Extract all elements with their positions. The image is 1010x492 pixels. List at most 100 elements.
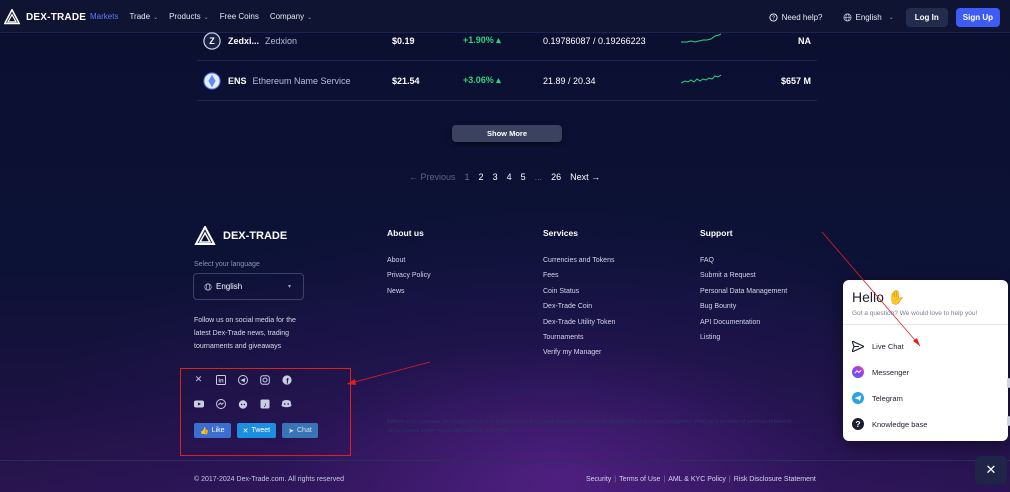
page-ellipsis: ... [534,172,543,182]
dex-trade-logo-icon [4,9,20,25]
annotation-highlight-box [180,368,351,456]
legal-link-terms[interactable]: Terms of Use [619,476,660,483]
footer-link-dex-trade-coin[interactable]: Dex-Trade Coin [543,299,615,314]
footer-link-submit-request[interactable]: Submit a Request [700,268,787,283]
brand-name: DEX-TRADE [26,11,87,23]
coin-high-low: 21.89 / 20.34 [543,75,596,86]
coin-price: $21.54 [392,75,420,86]
sparkline-chart [681,33,721,43]
table-row[interactable]: ENS Ethereum Name Service $21.54 +3.06% ▴… [197,61,817,101]
footer-column-title: About us [387,228,424,238]
chat-close-button[interactable]: ✕ [975,456,1007,484]
footer-bottom-bar [0,460,1010,492]
pagination: ← Previous 1 2 3 4 5 ... 26 Next → [409,172,600,182]
chat-subtitle: Got a question? We would love to help yo… [852,310,978,317]
footer-link-tournaments[interactable]: Tournaments [543,330,615,345]
legal-link-risk-disclosure[interactable]: Risk Disclosure Statement [734,476,816,483]
coin-symbol: ENS [228,75,247,86]
arrow-right-icon: → [591,172,601,182]
footer-link-fees[interactable]: Fees [543,268,615,283]
footer-link-coin-status[interactable]: Coin Status [543,284,615,299]
up-arrow-icon: ▴ [496,35,501,45]
chevron-down-icon: ⌄ [888,15,894,21]
chevron-down-icon: ⌄ [153,15,159,21]
chat-option-live-chat[interactable]: Live Chat [852,340,904,352]
close-icon: ✕ [985,462,997,477]
signup-button[interactable]: Sign Up [955,8,1000,27]
legal-link-aml-kyc[interactable]: AML & KYC Policy [668,476,726,483]
table-row[interactable]: Z Zedxi... Zedxion $0.19 +1.90% ▴ 0.19786… [197,21,817,61]
page-26[interactable]: 26 [551,172,561,182]
next-page-button[interactable]: Next → [570,172,600,182]
show-more-button[interactable]: Show More [452,125,562,142]
chat-option-telegram[interactable]: Telegram [852,392,903,404]
coin-price: $0.19 [392,35,415,46]
coin-change: +1.90% ▴ [463,35,501,45]
copyright-text: © 2017-2024 Dex-Trade.com. All rights re… [194,476,345,483]
legal-disclaimer: Bittrem s.r.o. operates dex-trade.com an… [387,419,792,434]
footer-link-currencies[interactable]: Currencies and Tokens [543,253,615,268]
footer-link-bug-bounty[interactable]: Bug Bounty [700,299,787,314]
coin-name: Ethereum Name Service [252,75,351,86]
footer-link-privacy-policy[interactable]: Privacy Policy [387,268,431,283]
nav-trade[interactable]: Trade ⌄ [129,12,158,21]
footer-column-about: About us About Privacy Policy News [387,228,431,299]
nav-products[interactable]: Products ⌄ [169,12,209,21]
caret-down-icon: ▾ [287,284,291,290]
footer-link-verify-manager[interactable]: Verify my Manager [543,345,615,360]
coin-market-cap: $657 M [780,75,811,86]
footer-link-utility-token[interactable]: Dex-Trade Utility Token [543,315,615,330]
language-label: Select your language [194,261,260,268]
globe-icon [843,13,851,22]
svg-text:Z: Z [209,36,215,46]
messenger-icon [852,366,864,378]
nav-company[interactable]: Company ⌄ [270,12,312,21]
help-icon: ? [852,418,864,430]
divider [843,324,1008,325]
nav-markets[interactable]: Markets [90,12,118,21]
page-5[interactable]: 5 [521,172,526,182]
globe-icon [204,282,212,291]
arrow-left-icon: ← [409,172,418,182]
footer-column-title: Support [700,228,733,238]
login-button[interactable]: Log In [905,8,948,27]
nav-free-coins[interactable]: Free Coins [220,12,259,21]
footer-column-support: Support FAQ Submit a Request Personal Da… [700,228,787,345]
previous-page-button[interactable]: ← Previous [409,172,456,182]
footer-language-select[interactable]: English ▾ [193,273,304,300]
sparkline-chart [681,74,721,84]
svg-text:?: ? [855,419,860,429]
chat-option-messenger[interactable]: Messenger [852,366,909,378]
telegram-icon [852,392,864,404]
up-arrow-icon: ▴ [496,75,501,85]
footer-link-personal-data[interactable]: Personal Data Management [700,284,787,299]
language-selector[interactable]: English ⌄ [843,13,894,22]
page-3[interactable]: 3 [493,172,498,182]
footer-link-news[interactable]: News [387,284,431,299]
main-nav: Markets Trade ⌄ Products ⌄ Free Coins Comp… [90,12,312,21]
legal-links: Security | Terms of Use | AML & KYC Policy… [586,476,816,483]
page-1[interactable]: 1 [465,172,470,182]
chat-option-knowledge-base[interactable]: ? Knowledge base [852,418,927,430]
footer-logo[interactable]: DEX-TRADE [194,226,287,246]
coin-symbol: Zedxi... [228,35,260,46]
chat-greeting: Hello ✋ [852,289,906,305]
footer-column-services: Services Currencies and Tokens Fees Coin… [543,228,615,361]
zedxion-coin-icon: Z [203,31,221,50]
legal-link-security[interactable]: Security [586,476,611,483]
follow-text: Follow us on social media for the latest… [194,317,296,350]
footer-column-title: Services [543,228,578,238]
footer-link-faq[interactable]: FAQ [700,253,787,268]
coin-market-cap: NA [798,35,811,46]
footer-link-about[interactable]: About [387,253,431,268]
footer-brand-name: DEX-TRADE [223,230,288,242]
page-4[interactable]: 4 [507,172,512,182]
footer-link-api-docs[interactable]: API Documentation [700,315,787,330]
wave-hand-icon: ✋ [887,289,906,305]
ens-coin-icon [203,71,221,90]
footer-link-listing[interactable]: Listing [700,330,787,345]
brand-logo[interactable]: DEX-TRADE [4,9,86,25]
dex-trade-logo-icon [194,226,216,245]
page-2[interactable]: 2 [479,172,484,182]
coin-name: Zedxion [265,35,298,46]
